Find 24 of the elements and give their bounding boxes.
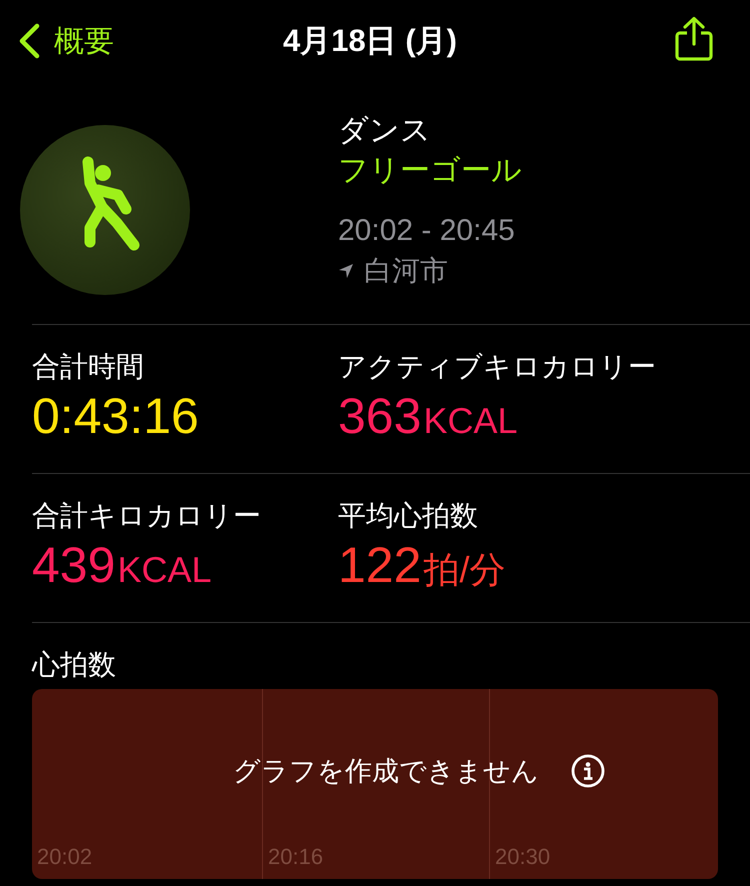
axis-label: 20:02 (37, 843, 92, 871)
stat-value: 439 KCAL (32, 536, 212, 595)
chart-message: グラフを作成できません (233, 755, 539, 788)
nav-title: 4月18日 (月) (282, 22, 457, 60)
info-icon[interactable] (571, 754, 605, 788)
location-arrow-icon (338, 263, 354, 279)
stat-label: 合計時間 (32, 350, 145, 384)
stat-value: 122拍/分 (338, 536, 506, 595)
share-icon[interactable] (674, 16, 714, 62)
back-button[interactable]: 概要 (18, 20, 114, 62)
stat-value: 363KCAL (338, 387, 518, 446)
dance-workout-icon (20, 125, 190, 295)
stat-label: 平均心拍数 (338, 499, 479, 533)
section-title: 心拍数 (32, 648, 117, 682)
workout-goal: フリーゴール (338, 153, 522, 189)
axis-label: 20:16 (268, 843, 324, 871)
workout-type: ダンス (338, 113, 432, 149)
stat-label: 合計キロカロリー (32, 499, 262, 533)
workout-time-range: 20:02 - 20:45 (338, 213, 516, 249)
stat-label: アクティブキロカロリー (338, 350, 657, 384)
axis-label: 20:30 (495, 843, 550, 871)
workout-location: 白河市 (364, 254, 448, 288)
stat-value: 0:43:16 (32, 387, 200, 445)
back-chevron-icon (18, 23, 40, 59)
